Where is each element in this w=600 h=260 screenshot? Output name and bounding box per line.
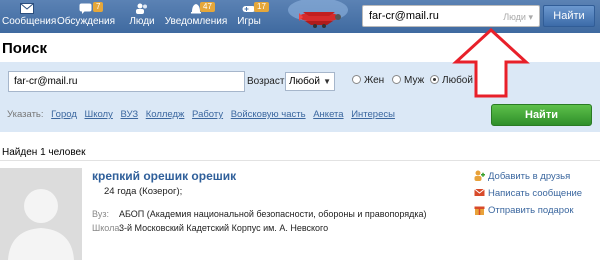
refine-link-university[interactable]: ВУЗ [121,109,139,120]
people-icon [135,3,149,14]
person-name-link[interactable]: крепкий орешик орешик [92,169,236,183]
refine-label: Указать: [7,109,44,120]
radio-icon [392,75,401,84]
chevron-down-icon: ▼ [323,77,331,86]
airplane-logo-icon [283,0,353,33]
refine-link-military-unit[interactable]: Войсковую часть [231,109,306,120]
send-message-link[interactable]: Написать сообщение [474,187,582,199]
refine-link-school[interactable]: Школу [85,109,113,120]
nav-games[interactable]: 17 Игры [232,0,269,33]
gender-radio-female[interactable]: Жен [352,75,384,86]
chat-icon [79,3,93,14]
message-icon [474,187,485,198]
radio-icon [352,75,361,84]
send-gift-link[interactable]: Отправить подарок [474,204,574,216]
default-avatar-icon [0,168,82,260]
avatar[interactable] [0,168,82,260]
add-friend-icon [474,170,485,181]
top-search-button[interactable]: Найти [543,5,595,27]
discussions-badge: 7 [93,2,104,12]
person-school: Школа:3-й Московский Кадетский Корпус им… [92,223,329,233]
search-scope-dropdown[interactable]: Люди ▾ [503,12,533,23]
add-friend-link[interactable]: Добавить в друзья [474,170,570,182]
envelope-icon [20,3,34,14]
page-title: Поиск [2,40,48,57]
find-button[interactable]: Найти [491,104,592,126]
refine-link-interests[interactable]: Интересы [351,109,395,120]
red-arrow-annotation [452,26,530,100]
refine-link-profile[interactable]: Анкета [313,109,343,120]
nav-notifications[interactable]: 47 Уведомления [164,0,228,33]
radio-selected-icon [430,75,439,84]
chevron-down-icon: ▾ [528,12,533,22]
age-select[interactable]: Любой ▼ [285,72,335,91]
top-search-input[interactable]: far-cr@mail.ru Люди ▾ [362,5,540,27]
nav-discussions[interactable]: 7 Обсуждения [55,0,117,33]
refine-links: Указать: Город Школу ВУЗ Колледж Работу … [7,109,395,120]
results-count: Найден 1 человек [2,147,86,158]
gender-radio-male[interactable]: Муж [392,75,424,86]
divider [0,160,600,161]
games-badge: 17 [254,2,269,12]
refine-link-college[interactable]: Колледж [146,109,185,120]
person-age: 24 года (Козерог); [104,186,183,197]
refine-link-city[interactable]: Город [51,109,77,120]
person-university: Вуз: АБОП (Академия национальной безопасн… [92,209,427,219]
refine-link-work[interactable]: Работу [192,109,223,120]
gift-icon [474,204,485,215]
notifications-badge: 47 [200,2,215,12]
age-label: Возраст [247,76,285,87]
nav-people[interactable]: Люди [122,0,162,33]
query-input[interactable]: far-cr@mail.ru [8,71,245,92]
nav-messages[interactable]: Сообщения [2,0,56,33]
